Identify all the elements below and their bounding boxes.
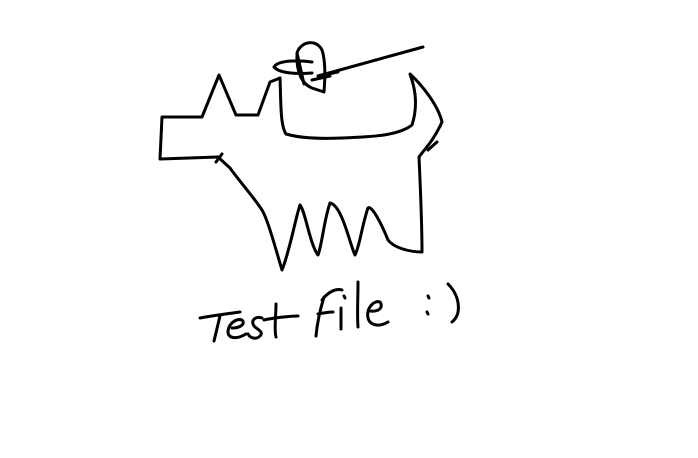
hand-drawn-sketch bbox=[158, 41, 460, 343]
creature-body-outline bbox=[216, 72, 444, 272]
creature-drawing bbox=[158, 41, 444, 272]
creature-head-outline bbox=[158, 73, 282, 161]
creature-tick-marks bbox=[214, 140, 439, 164]
drawing-canvas: Test File :) bbox=[0, 0, 698, 458]
caption-handwriting bbox=[198, 280, 460, 343]
creature-pole bbox=[310, 45, 425, 82]
